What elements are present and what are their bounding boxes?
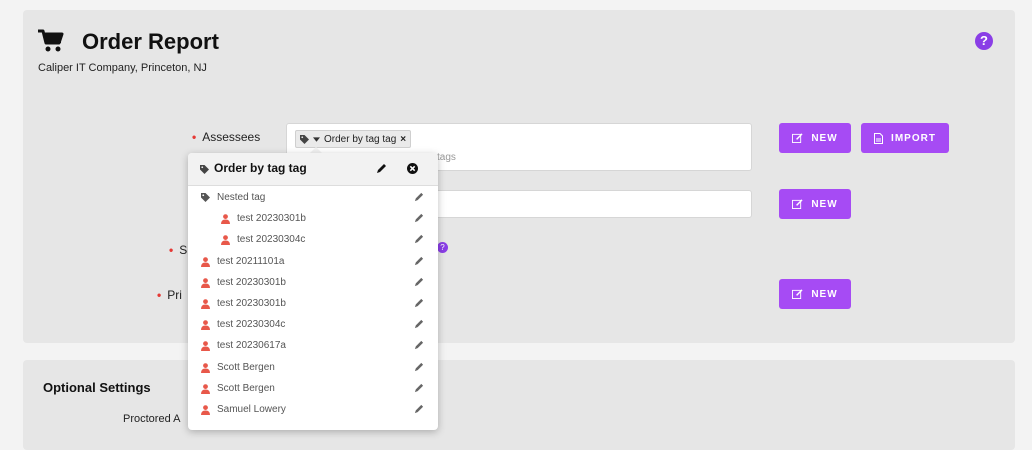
list-item-label: Scott Bergen — [217, 361, 275, 373]
tag-chip[interactable]: Order by tag tag × — [295, 130, 412, 148]
list-item-label: test 20230304c — [237, 234, 306, 246]
pencil-icon[interactable] — [414, 213, 424, 226]
person-icon — [201, 341, 210, 354]
pri-label: • Pri — [157, 288, 182, 302]
list-item[interactable]: test 20230301b — [188, 209, 438, 230]
person-icon — [201, 256, 210, 270]
second-new-button[interactable]: NEW — [779, 189, 851, 219]
required-marker: • — [169, 243, 174, 257]
list-item[interactable]: test 20230301b — [188, 273, 438, 294]
assessees-new-button[interactable]: NEW — [779, 123, 851, 153]
list-item[interactable]: test 20230304c — [188, 315, 438, 336]
import-button[interactable]: IMPORT — [861, 123, 949, 153]
pencil-icon[interactable] — [414, 404, 424, 417]
pencil-icon[interactable] — [414, 277, 424, 290]
file-icon — [874, 132, 884, 144]
person-icon — [221, 214, 230, 227]
person-icon — [201, 299, 210, 312]
pencil-icon[interactable] — [414, 340, 424, 353]
assessees-placeholder: tags — [437, 152, 456, 163]
pencil-icon[interactable] — [414, 256, 424, 269]
list-item-label: test 20230617a — [217, 340, 286, 352]
s-label: • S — [169, 243, 188, 257]
person-icon — [201, 320, 210, 333]
list-item[interactable]: Samuel Lowery — [188, 400, 438, 421]
tag-icon — [200, 165, 209, 174]
assessees-label: • Assessees — [192, 130, 261, 144]
chevron-down-icon[interactable] — [313, 136, 320, 142]
person-icon — [201, 405, 210, 418]
required-marker: • — [192, 130, 197, 144]
proctored-label: Proctored A — [123, 413, 181, 425]
popover-header: Order by tag tag — [188, 153, 438, 186]
list-item-label: Samuel Lowery — [217, 404, 286, 415]
field-help-icon[interactable]: ? — [437, 242, 448, 253]
edit-icon — [792, 133, 803, 143]
pencil-icon[interactable] — [414, 319, 424, 332]
list-item-label: test 20230304c — [217, 319, 286, 331]
list-item[interactable]: Scott Bergen — [188, 358, 438, 379]
list-item-label: test 20211101a — [217, 255, 285, 267]
tag-icon — [300, 134, 309, 144]
pencil-icon[interactable] — [414, 362, 424, 375]
popover-title: Order by tag tag — [214, 161, 307, 175]
pencil-icon[interactable] — [414, 383, 424, 396]
tag-icon — [201, 193, 210, 205]
third-new-button[interactable]: NEW — [779, 279, 851, 309]
person-icon — [201, 383, 210, 397]
list-item[interactable]: test 20230301b — [188, 294, 438, 315]
optional-settings-title: Optional Settings — [43, 380, 151, 395]
tag-chip-label: Order by tag tag — [324, 133, 397, 145]
tag-popover: Order by tag tag Nested tag test 20230301… — [188, 153, 438, 430]
pencil-icon[interactable] — [376, 163, 387, 174]
required-marker: • — [157, 288, 162, 302]
page-subtitle: Caliper IT Company, Princeton, NJ — [38, 62, 207, 74]
pencil-icon[interactable] — [414, 298, 424, 311]
pencil-icon[interactable] — [414, 192, 424, 205]
list-item[interactable]: test 20211101a — [188, 252, 438, 273]
edit-icon — [792, 199, 803, 209]
close-icon[interactable] — [407, 163, 418, 174]
list-item[interactable]: Scott Bergen — [188, 379, 438, 400]
list-item-label: Scott Bergen — [217, 382, 275, 394]
shopping-cart-icon — [38, 29, 64, 52]
person-icon — [201, 277, 210, 291]
tag-remove-icon[interactable]: × — [400, 134, 406, 145]
person-icon — [201, 362, 210, 376]
list-item[interactable]: test 20230617a — [188, 336, 438, 357]
help-icon[interactable]: ? — [975, 32, 993, 50]
list-item-label: Nested tag — [217, 192, 266, 203]
list-item[interactable]: Nested tag — [188, 188, 438, 209]
page-title: Order Report — [82, 29, 219, 54]
list-item-label: test 20230301b — [237, 213, 306, 225]
person-icon — [221, 235, 230, 248]
pencil-icon[interactable] — [414, 234, 424, 247]
list-item-label: test 20230301b — [217, 298, 286, 309]
list-item-label: test 20230301b — [217, 276, 286, 288]
edit-icon — [792, 289, 803, 299]
list-item[interactable]: test 20230304c — [188, 230, 438, 251]
